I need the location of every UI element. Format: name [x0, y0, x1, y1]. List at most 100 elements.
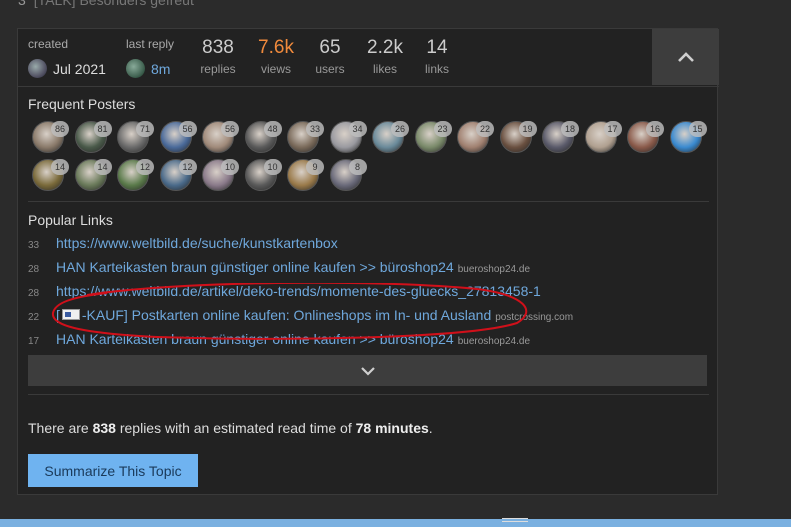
link-text[interactable]: https://www.weltbild.de/artikel/deko-tre…	[56, 283, 541, 299]
links-label: links	[424, 62, 449, 76]
collapse-button[interactable]	[652, 29, 719, 85]
poster-avatar[interactable]: 71	[117, 121, 154, 153]
post-count-badge: 81	[93, 121, 112, 137]
poster-avatar[interactable]: 19	[499, 121, 537, 153]
topic-summary-page: 3 [TALK] Besonders gefreut created Jul 20…	[0, 0, 791, 527]
post-count-badge: 14	[93, 159, 112, 175]
poster-avatar[interactable]: 23	[414, 121, 452, 153]
summary-suffix: .	[428, 420, 433, 436]
created-label: created	[28, 37, 69, 51]
popular-link[interactable]: 28 HAN Karteikasten braun günstiger onli…	[28, 259, 530, 279]
poster-avatar[interactable]: 10	[244, 159, 282, 191]
read-time-summary: There are 838 replies with an estimated …	[28, 420, 433, 436]
post-count-badge: 8	[348, 159, 367, 175]
topic-stats: created Jul 2021 last reply 8m 838 repli…	[18, 29, 719, 87]
summary-replies: 838	[92, 420, 116, 436]
link-click-count: 22	[28, 312, 40, 323]
poster-avatar[interactable]: 22	[457, 121, 494, 153]
poster-avatar[interactable]: 26	[372, 121, 409, 153]
post-count-badge: 15	[688, 121, 707, 137]
last-replier-avatar[interactable]	[126, 59, 145, 78]
created-date: Jul 2021	[53, 60, 106, 77]
post-count-badge: 17	[603, 121, 622, 137]
links-count: 14	[426, 37, 448, 58]
post-count-badge: 16	[646, 121, 664, 137]
last-reply-value[interactable]: 8m	[126, 59, 170, 78]
poster-avatar[interactable]: 9	[287, 159, 324, 191]
poster-avatar[interactable]: 12	[117, 159, 154, 191]
section-divider	[28, 201, 709, 202]
poster-avatar[interactable]: 14	[32, 159, 69, 191]
link-text[interactable]: HAN Karteikasten braun günstiger online …	[56, 331, 454, 347]
chevron-up-icon	[677, 52, 694, 62]
topic-title[interactable]: [TALK] Besonders gefreut	[34, 0, 194, 8]
replies-count: 838	[202, 37, 234, 58]
poster-avatar[interactable]: 48	[244, 121, 282, 153]
bottom-bar	[0, 518, 791, 527]
poster-avatar[interactable]: 56	[159, 121, 197, 153]
summary-read-time: 78 minutes	[355, 420, 429, 436]
post-count-badge: 22	[476, 121, 494, 137]
bottom-handle	[502, 518, 528, 522]
last-reply-label: last reply	[126, 37, 175, 51]
topic-map: created Jul 2021 last reply 8m 838 repli…	[17, 28, 719, 495]
link-click-count: 17	[28, 336, 40, 347]
poster-avatar[interactable]: 14	[74, 159, 112, 191]
views-label: views	[260, 62, 291, 76]
post-count-badge: 86	[51, 121, 69, 137]
post-count-badge: 18	[561, 121, 579, 137]
popular-links-title: Popular Links	[28, 212, 113, 228]
popular-link[interactable]: 33 https://www.weltbild.de/suche/kunstka…	[28, 235, 338, 255]
poster-avatar[interactable]: 15	[669, 121, 707, 153]
poster-avatar[interactable]: 16	[627, 121, 664, 153]
summarize-topic-button[interactable]: Summarize This Topic	[28, 454, 198, 487]
link-domain: postcrossing.com	[495, 312, 574, 323]
post-count-badge: 23	[433, 121, 452, 137]
post-count-badge: 12	[136, 159, 154, 175]
poster-avatar[interactable]: 8	[329, 159, 367, 191]
post-count-badge: 10	[263, 159, 282, 175]
views-count: 7.6k	[258, 37, 294, 58]
summary-prefix: There are	[28, 420, 93, 436]
link-click-count: 28	[28, 264, 40, 275]
users-count: 65	[319, 37, 341, 58]
expand-links-button[interactable]	[28, 355, 707, 386]
post-count-badge: 14	[51, 159, 69, 175]
post-count-badge: 48	[263, 121, 282, 137]
poster-avatar[interactable]: 10	[202, 159, 239, 191]
last-reply-time[interactable]: 8m	[151, 61, 170, 77]
poster-avatar[interactable]: 34	[329, 121, 367, 153]
link-text[interactable]: -KAUF] Postkarten online kaufen: Onlines…	[82, 307, 491, 323]
topic-header: 3 [TALK] Besonders gefreut	[0, 0, 791, 8]
chevron-down-icon	[360, 366, 375, 376]
post-count-badge: 19	[518, 121, 537, 137]
post-count-badge: 71	[136, 121, 154, 137]
poster-avatar[interactable]: 17	[584, 121, 622, 153]
popular-link[interactable]: 28 https://www.weltbild.de/artikel/deko-…	[28, 283, 541, 303]
post-count-badge: 56	[178, 121, 197, 137]
poster-avatar[interactable]: 33	[287, 121, 324, 153]
section-divider	[28, 394, 709, 395]
post-count-badge: 10	[221, 159, 239, 175]
popular-link[interactable]: 22 [ -KAUF] Postkarten online kaufen: On…	[28, 307, 573, 327]
summary-middle: replies with an estimated read time of	[115, 420, 356, 436]
popular-link[interactable]: 17 HAN Karteikasten braun günstiger onli…	[28, 331, 530, 347]
link-text[interactable]: https://www.weltbild.de/suche/kunstkarte…	[56, 235, 338, 251]
poster-avatar[interactable]: 81	[74, 121, 112, 153]
link-click-count: 33	[28, 240, 40, 251]
created-value: Jul 2021	[28, 59, 106, 78]
post-count-badge: 34	[348, 121, 367, 137]
post-count-badge: 12	[178, 159, 197, 175]
link-domain: bueroshop24.de	[457, 336, 531, 347]
poster-avatar[interactable]: 86	[32, 121, 69, 153]
link-text-prefix[interactable]: [	[56, 307, 60, 323]
poster-avatar[interactable]: 56	[202, 121, 239, 153]
post-count-badge: 33	[306, 121, 324, 137]
poster-avatar[interactable]: 18	[542, 121, 579, 153]
frequent-posters-title: Frequent Posters	[28, 96, 136, 112]
creator-avatar[interactable]	[28, 59, 47, 78]
poster-avatar[interactable]: 12	[159, 159, 197, 191]
link-text[interactable]: HAN Karteikasten braun günstiger online …	[56, 259, 454, 275]
users-label: users	[315, 62, 345, 76]
likes-label: likes	[372, 62, 397, 76]
